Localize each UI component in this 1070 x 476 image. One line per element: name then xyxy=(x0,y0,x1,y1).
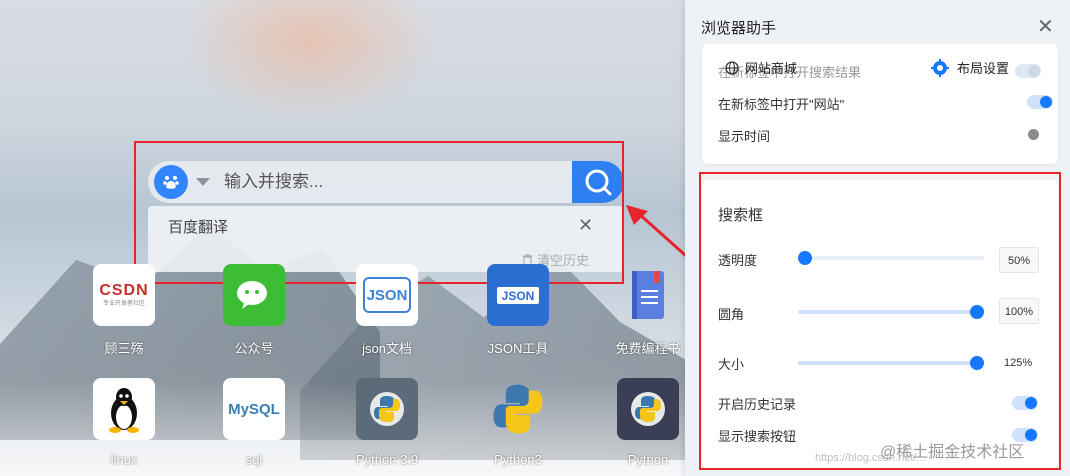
json-tool-icon: JSON xyxy=(487,264,549,326)
globe-icon xyxy=(725,60,739,75)
app-label: 顾三殇 xyxy=(104,341,144,356)
app-label: Python3 xyxy=(494,452,542,467)
watermark-url: https://blog.csdn.net/... xyxy=(815,452,926,464)
csdn-logo: CSDN 专业开发者社区 xyxy=(93,264,155,326)
app-label: JSON工具 xyxy=(487,341,549,356)
tab-store[interactable]: 网站商城 xyxy=(725,58,797,77)
app-label: sql xyxy=(245,452,263,467)
app-label: Python 3.9 xyxy=(355,452,419,467)
app-shortcut[interactable]: JSON json文档 xyxy=(347,264,427,357)
toggle-open-results[interactable] xyxy=(1015,64,1041,78)
app-label: linux xyxy=(110,452,138,467)
app-shortcut[interactable]: MySQL sql xyxy=(214,378,294,467)
app-shortcut[interactable]: Python3 xyxy=(478,378,558,467)
app-shortcut[interactable]: Python 3.9 xyxy=(347,378,427,467)
app-label: Python xyxy=(627,452,669,467)
app-label: 免费编程书 xyxy=(615,341,681,356)
app-shortcut[interactable]: 公众号 xyxy=(214,264,294,357)
setting-show-time: 显示时间 xyxy=(718,129,771,144)
app-shortcut[interactable]: Python xyxy=(608,378,688,467)
annotation-highlight-search xyxy=(134,141,624,284)
gear-icon xyxy=(931,58,949,77)
linux-penguin-icon xyxy=(93,378,155,440)
python-icon xyxy=(356,378,418,440)
app-shortcut[interactable]: CSDN 专业开发者社区 顾三殇 xyxy=(84,264,164,357)
json-doc-icon: JSON xyxy=(356,264,418,326)
mysql-icon: MySQL xyxy=(223,378,285,440)
toggle-show-time[interactable] xyxy=(1022,128,1048,142)
python-icon xyxy=(487,378,549,440)
toggle-open-sites[interactable] xyxy=(1027,95,1053,109)
app-label: 公众号 xyxy=(234,341,274,356)
setting-open-sites-new-tab: 在新标签中打开"网站" xyxy=(718,97,845,112)
app-shortcut[interactable]: JSON JSON工具 xyxy=(478,264,558,357)
app-label: json文档 xyxy=(362,341,412,356)
tab-layout-settings[interactable]: 布局设置 xyxy=(931,58,1009,77)
python-icon xyxy=(617,378,679,440)
panel-title: 浏览器助手 xyxy=(701,20,777,37)
browser-assistant-panel: 浏览器助手 ✕ 在新标签中打开搜索结果 在新标签中打开"网站" 显示时间 网站商… xyxy=(685,0,1070,476)
wechat-icon xyxy=(223,264,285,326)
app-shortcut[interactable]: linux xyxy=(84,378,164,467)
annotation-highlight-panel xyxy=(699,172,1061,470)
close-icon[interactable]: ✕ xyxy=(1037,14,1054,39)
